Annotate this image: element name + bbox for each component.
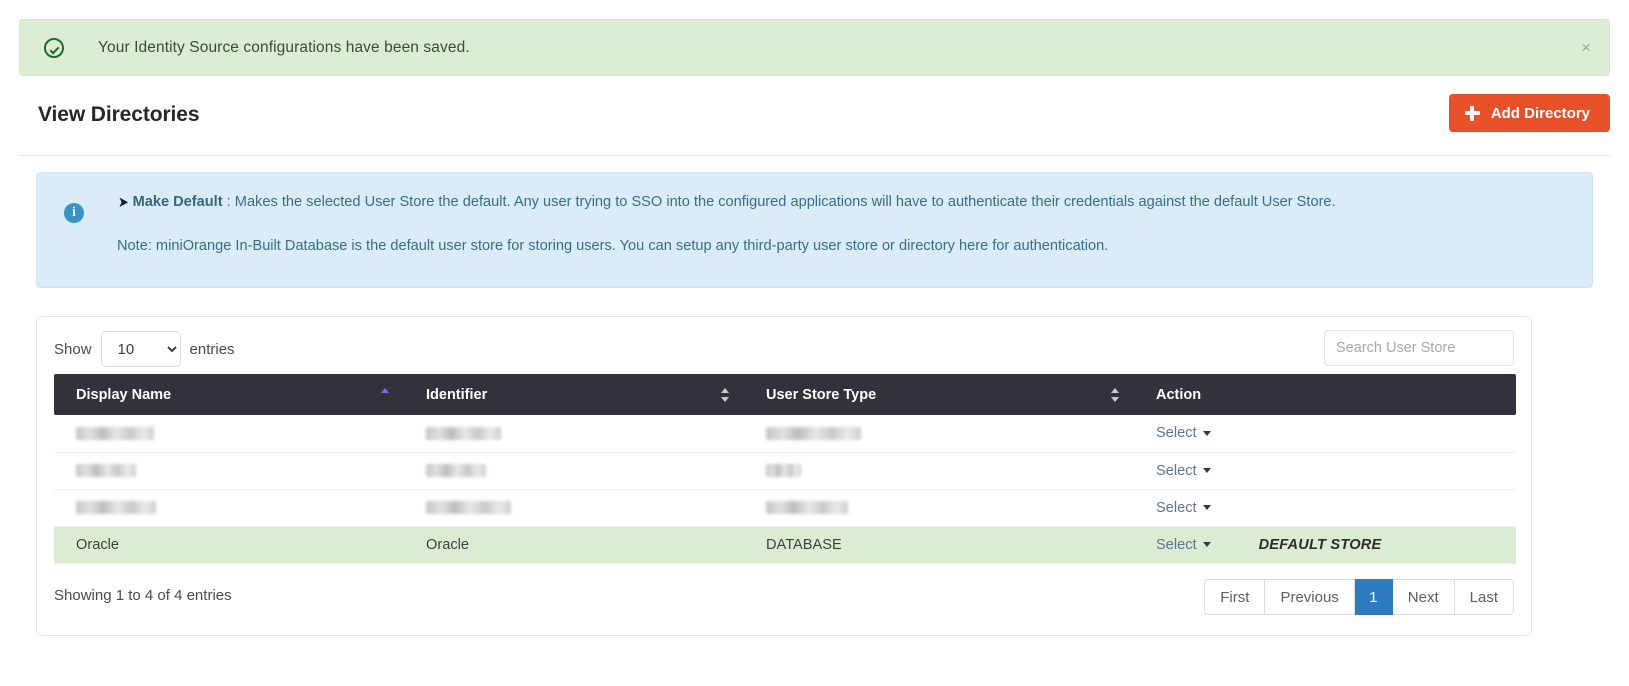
chevron-down-icon [1202, 542, 1211, 548]
info-panel-text: Makes the selected User Store the defaul… [234, 194, 1336, 210]
page-header: View Directories Add Directory [19, 94, 1610, 156]
chevron-down-icon [1202, 430, 1211, 436]
chevron-down-icon [1202, 468, 1211, 474]
info-panel-label: Make Default [132, 194, 223, 210]
sort-icon [1111, 387, 1120, 403]
select-action-dropdown[interactable]: Select [1156, 463, 1211, 479]
column-label: Identifier [426, 386, 488, 403]
info-panel-note: Note: miniOrange In-Built Database is th… [117, 238, 1109, 254]
cell-identifier [404, 489, 744, 527]
pagination-last[interactable]: Last [1454, 579, 1514, 615]
redacted-value [76, 464, 136, 478]
cell-action: Select [1134, 415, 1516, 453]
show-entries-control: Show 102550100 entries [54, 331, 235, 367]
cell-display-name [54, 452, 404, 490]
close-icon[interactable]: × [1581, 39, 1591, 56]
cell-display-name [54, 415, 404, 453]
table-header-row: Display Name Identifier User Store Type … [54, 374, 1516, 415]
select-action-dropdown[interactable]: Select [1156, 425, 1211, 441]
add-directory-button[interactable]: Add Directory [1448, 94, 1610, 132]
table-body: Select Select Select Oracle Oracle DATABASE Se… [54, 415, 1516, 564]
success-alert-message: Your Identity Source configurations have… [98, 38, 470, 56]
plus-icon [1464, 105, 1480, 121]
column-header-action: Action [1134, 374, 1516, 415]
redacted-value [766, 464, 801, 478]
info-panel: i ➤ Make Default : Makes the selected Use… [36, 172, 1593, 288]
column-label: Display Name [76, 386, 172, 403]
redacted-value [76, 426, 154, 440]
column-header-identifier[interactable]: Identifier [404, 374, 744, 415]
page-title: View Directories [38, 103, 200, 126]
table-row: Select [54, 489, 1516, 527]
table-head: Display Name Identifier User Store Type … [54, 374, 1516, 415]
cell-action: Select [1134, 452, 1516, 490]
page-length-select[interactable]: 102550100 [100, 331, 181, 367]
redacted-value [426, 501, 511, 515]
cell-store-type [744, 489, 1134, 527]
entries-label: entries [189, 340, 235, 358]
default-store-badge: DEFAULT STORE [1258, 536, 1382, 553]
column-header-user-store-type[interactable]: User Store Type [744, 374, 1134, 415]
column-label: Action [1156, 386, 1202, 403]
pagination-1[interactable]: 1 [1354, 579, 1393, 615]
redacted-value [766, 501, 848, 515]
table-footer: Showing 1 to 4 of 4 entries First Previou… [37, 567, 1531, 635]
column-label: User Store Type [766, 386, 877, 403]
chevron-down-icon [1202, 505, 1211, 511]
column-header-display-name[interactable]: Display Name [54, 374, 404, 415]
pagination-next[interactable]: Next [1392, 579, 1455, 615]
cell-action: Select [1134, 489, 1516, 527]
redacted-value [76, 501, 156, 515]
add-directory-label: Add Directory [1490, 104, 1590, 122]
pagination: First Previous 1 Next Last [1204, 579, 1514, 615]
redacted-value [766, 426, 861, 440]
info-circle-icon: i [64, 203, 84, 223]
directories-card: Show 102550100 entries Display Name Iden… [36, 316, 1532, 636]
info-panel-body: ➤ Make Default : Makes the selected User … [117, 189, 1572, 259]
cell-identifier [404, 452, 744, 490]
check-circle-icon [44, 37, 64, 58]
pagination-first[interactable]: First [1204, 579, 1266, 615]
select-action-dropdown[interactable]: Select [1156, 537, 1211, 553]
search-input[interactable] [1324, 330, 1514, 366]
directories-table: Display Name Identifier User Store Type … [54, 374, 1516, 564]
cell-display-name [54, 489, 404, 527]
table-controls: Show 102550100 entries [37, 317, 1531, 374]
success-alert: Your Identity Source configurations have… [19, 19, 1610, 76]
show-label: Show [54, 340, 92, 358]
sort-ascending-icon [381, 387, 390, 403]
info-panel-primary: ➤ Make Default : Makes the selected User … [117, 189, 1572, 215]
cell-action: Select DEFAULT STORE [1134, 525, 1516, 564]
showing-entries-info: Showing 1 to 4 of 4 entries [54, 587, 232, 604]
cell-store-type: DATABASE [744, 525, 1134, 564]
cell-identifier: Oracle [404, 525, 744, 564]
table-row: Oracle Oracle DATABASE Select DEFAULT STORE [54, 525, 1516, 564]
cell-store-type [744, 452, 1134, 490]
table-row: Select [54, 452, 1516, 490]
cell-display-name: Oracle [54, 525, 404, 564]
info-panel-separator: : [222, 194, 235, 210]
redacted-value [426, 426, 501, 440]
page-root: Your Identity Source configurations have… [0, 0, 1629, 686]
cursor-arrow-icon: ➤ [117, 194, 129, 211]
redacted-value [426, 464, 486, 478]
pagination-previous[interactable]: Previous [1265, 579, 1355, 615]
select-action-dropdown[interactable]: Select [1156, 500, 1211, 516]
table-row: Select [54, 415, 1516, 453]
cell-identifier [404, 415, 744, 453]
sort-icon [721, 387, 730, 403]
cell-store-type [744, 415, 1134, 453]
